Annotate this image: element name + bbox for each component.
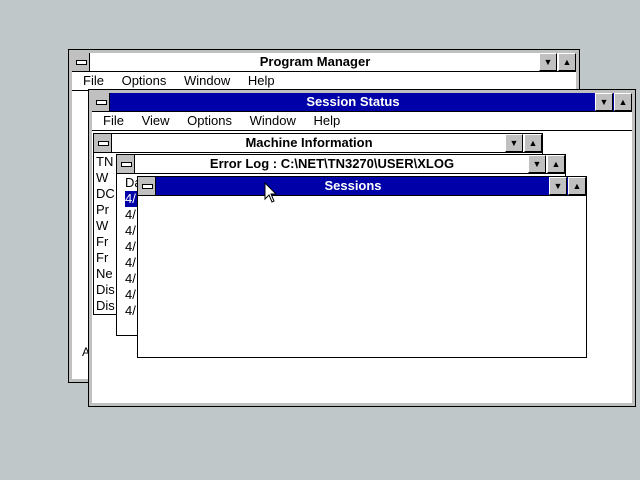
maximize-button[interactable]: ▲ xyxy=(614,93,632,111)
session-status-menubar: File View Options Window Help xyxy=(92,112,632,131)
program-manager-titlebar[interactable]: Program Manager ▼ ▲ xyxy=(72,53,576,72)
sessions-title: Sessions xyxy=(324,178,382,193)
minimize-button[interactable]: ▼ xyxy=(505,134,523,152)
system-menu-icon[interactable] xyxy=(94,134,112,152)
menu-help[interactable]: Help xyxy=(306,112,347,129)
machine-information-list: TN W DC Pr W Fr Fr Ne Dis Dis xyxy=(96,154,115,314)
program-manager-menubar: File Options Window Help xyxy=(72,72,576,91)
maximize-button[interactable]: ▲ xyxy=(524,134,542,152)
list-item: Fr xyxy=(96,250,109,265)
list-item: DC xyxy=(96,186,115,201)
list-item: W xyxy=(96,170,109,185)
minimize-button[interactable]: ▼ xyxy=(595,93,613,111)
machine-information-title: Machine Information xyxy=(245,135,373,150)
minimize-button[interactable]: ▼ xyxy=(539,53,557,71)
error-log-titlebar[interactable]: Error Log : C:\NET\TN3270\USER\XLOG ▼ ▲ xyxy=(117,155,565,174)
maximize-button[interactable]: ▲ xyxy=(547,155,565,173)
sessions-window[interactable]: Sessions ▼ ▲ xyxy=(137,176,587,358)
list-item: Dis xyxy=(96,282,115,297)
menu-window[interactable]: Window xyxy=(243,112,303,129)
program-manager-title: Program Manager xyxy=(259,54,371,69)
menu-window[interactable]: Window xyxy=(177,72,237,89)
list-item: Ne xyxy=(96,266,113,281)
menu-options[interactable]: Options xyxy=(115,72,174,89)
mouse-pointer-icon xyxy=(264,182,278,203)
minimize-button[interactable]: ▼ xyxy=(549,177,567,195)
system-menu-icon[interactable] xyxy=(72,53,90,71)
list-item: Fr xyxy=(96,234,109,249)
machine-information-titlebar[interactable]: Machine Information ▼ ▲ xyxy=(94,134,542,153)
minimize-button[interactable]: ▼ xyxy=(528,155,546,173)
maximize-button[interactable]: ▲ xyxy=(568,177,586,195)
system-menu-icon[interactable] xyxy=(138,177,156,195)
session-status-titlebar[interactable]: Session Status ▼ ▲ xyxy=(92,93,632,112)
menu-file[interactable]: File xyxy=(76,72,111,89)
system-menu-icon[interactable] xyxy=(92,93,110,111)
error-log-title: Error Log : C:\NET\TN3270\USER\XLOG xyxy=(209,156,455,171)
menu-help[interactable]: Help xyxy=(241,72,282,89)
list-item: Pr xyxy=(96,202,109,217)
list-item: W xyxy=(96,218,109,233)
list-item: TN xyxy=(96,154,114,169)
maximize-button[interactable]: ▲ xyxy=(558,53,576,71)
list-item: Dis xyxy=(96,298,115,313)
menu-view[interactable]: View xyxy=(135,112,177,129)
menu-options[interactable]: Options xyxy=(180,112,239,129)
system-menu-icon[interactable] xyxy=(117,155,135,173)
session-status-title: Session Status xyxy=(306,94,400,109)
menu-file[interactable]: File xyxy=(96,112,131,129)
sessions-titlebar[interactable]: Sessions ▼ ▲ xyxy=(138,177,586,196)
